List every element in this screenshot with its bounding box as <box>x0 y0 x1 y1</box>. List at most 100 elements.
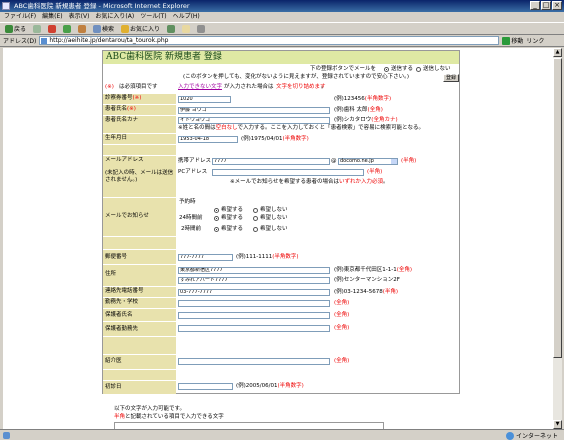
mobile-address-input[interactable]: 7777 <box>212 158 330 165</box>
vertical-scrollbar[interactable]: ▲ ▼ <box>553 48 562 429</box>
phone-input[interactable]: 03-777-7777 <box>178 289 330 296</box>
search-button[interactable]: 検索 <box>91 24 116 34</box>
notice-reservation-yes-radio[interactable] <box>214 208 219 213</box>
patient-kana-input[interactable]: イトウヨウコ <box>178 117 330 124</box>
guardian-input[interactable] <box>178 312 330 319</box>
notice-24h-yes-radio[interactable] <box>214 216 219 221</box>
menu-view[interactable]: 表示(V) <box>69 12 90 22</box>
patient-name-input[interactable]: 伊藤 ヨウコ <box>178 107 330 114</box>
pc-address-hint: (半角) <box>367 169 383 175</box>
first-visit-label: 初診日 <box>103 381 176 394</box>
pc-address-input[interactable] <box>212 169 364 176</box>
address-line2-input[interactable]: すみれアパート7777 <box>178 277 330 284</box>
maximize-button[interactable]: □ <box>541 1 551 10</box>
stop-button[interactable] <box>46 24 58 34</box>
chart-number-input[interactable]: 1020 <box>178 96 231 103</box>
patient-kana-label: 患者氏名カナ <box>103 116 176 133</box>
birthdate-hint: (例)1975/04/01(半角数字) <box>241 136 309 142</box>
allowed-chars-subtitle: 半角と記載されている項目で入力できる文字 <box>114 414 224 420</box>
referral-input[interactable] <box>178 358 330 365</box>
first-visit-hint: (例)2005/06/01(半角数字) <box>236 383 304 389</box>
mail-button[interactable] <box>180 24 192 34</box>
notice-reservation-yes-label: 希望する <box>221 207 244 213</box>
back-arrow-icon <box>5 24 13 33</box>
referral-hint: (全角) <box>334 358 350 364</box>
notice-24h-no-radio[interactable] <box>253 216 258 221</box>
close-button[interactable]: × <box>552 1 562 10</box>
home-button[interactable] <box>76 24 88 34</box>
scroll-thumb[interactable] <box>553 58 562 358</box>
forward-arrow-icon <box>33 24 42 33</box>
page-icon <box>41 38 48 44</box>
birthdate-input[interactable]: 1953-04-18 <box>178 136 238 143</box>
address-input[interactable]: http://aeihite.jp/dentarou/ta_tourok.php <box>39 36 500 45</box>
guardian-work-label: 保護者勤務先 <box>103 322 176 336</box>
allowed-chars-title: 以下の文字が入力可能です。 <box>114 406 185 412</box>
work-label: 勤務先・学校 <box>103 298 176 308</box>
history-button[interactable] <box>165 24 177 34</box>
search-icon <box>93 24 102 33</box>
scroll-up-button[interactable]: ▲ <box>553 48 562 57</box>
menu-bar: ファイル(F) 編集(E) 表示(V) お気に入り(A) ツール(T) ヘルプ(… <box>0 12 564 22</box>
invalid-chars-link[interactable]: 入力できない文字 <box>178 84 222 91</box>
notice-reservation-no-label: 希望しない <box>260 207 288 213</box>
notice-reservation-label: 予約時 <box>179 199 196 205</box>
address-label: アドレス(D) <box>3 38 37 45</box>
go-button[interactable]: 移動 <box>502 36 523 45</box>
blank-row-3 <box>103 337 176 354</box>
favorites-button[interactable]: お気に入り <box>119 24 162 34</box>
patient-kana-hint: (例)シカタロウ(全角カナ) <box>334 117 398 123</box>
forward-button[interactable] <box>31 24 43 34</box>
mobile-domain-select[interactable]: docomo.ne.jp <box>338 158 398 165</box>
menu-tools[interactable]: ツール(T) <box>140 12 166 22</box>
notice-2h-no-radio[interactable] <box>253 227 258 232</box>
home-icon <box>78 24 87 33</box>
mobile-address-hint: (半角) <box>401 158 417 164</box>
work-input[interactable] <box>178 300 330 307</box>
address-line1-input[interactable]: 東京都新宿区7777 <box>178 267 330 274</box>
work-hint: (全角) <box>334 300 350 306</box>
notice-24h-no-label: 希望しない <box>260 215 288 221</box>
mail-send-radio[interactable] <box>384 67 389 72</box>
ie-icon <box>2 2 10 10</box>
blank-row-1 <box>103 145 176 155</box>
zone-label: インターネット <box>515 433 558 440</box>
menu-edit[interactable]: 編集(E) <box>42 12 62 22</box>
notice-2h-yes-label: 希望する <box>221 226 244 232</box>
links-label[interactable]: リンク <box>526 36 544 45</box>
notice-24h-label: 24時間前 <box>179 215 203 221</box>
first-visit-input[interactable] <box>178 383 233 390</box>
menu-help[interactable]: ヘルプ(H) <box>173 12 200 22</box>
refresh-icon <box>63 24 72 33</box>
menu-file[interactable]: ファイル(F) <box>4 12 36 22</box>
phone-label: 連絡先電話番号 <box>103 287 176 297</box>
print-button[interactable] <box>195 24 207 34</box>
truncate-end: 。 <box>321 84 327 90</box>
zip-input[interactable]: 777-7777 <box>178 254 233 261</box>
guardian-label: 保護者氏名 <box>103 309 176 321</box>
notice-24h-yes-label: 希望する <box>221 215 244 221</box>
stop-icon <box>48 24 57 33</box>
required-mark: (※) <box>105 84 114 90</box>
menu-favorites[interactable]: お気に入り(A) <box>95 12 134 22</box>
chart-number-label: 診察券番号(※) <box>103 94 176 104</box>
back-button[interactable]: 戻る <box>3 24 28 34</box>
register-button[interactable]: 登録 <box>443 74 459 82</box>
blank-row-4 <box>103 370 176 380</box>
window-title: ABC歯科医院 新規患者 登録 - Microsoft Internet Exp… <box>14 2 190 10</box>
blank-row-2 <box>103 237 176 249</box>
scroll-down-button[interactable]: ▼ <box>553 420 562 429</box>
star-icon <box>121 24 130 33</box>
address-line1-hint: (例)東京都千代田区1-1-1(全角) <box>334 267 413 273</box>
page-done-icon <box>3 431 10 439</box>
refresh-button[interactable] <box>61 24 73 34</box>
allowed-chars-table <box>114 422 384 429</box>
required-label: は必須項目です <box>119 84 158 90</box>
notice-2h-yes-radio[interactable] <box>214 227 219 232</box>
notice-2h-label: 2時間前 <box>181 226 201 232</box>
notice-reservation-no-radio[interactable] <box>253 208 258 213</box>
guardian-work-input[interactable] <box>178 325 330 332</box>
window-titlebar: ABC歯科医院 新規患者 登録 - Microsoft Internet Exp… <box>0 0 564 12</box>
mail-nosend-radio[interactable] <box>416 67 421 72</box>
minimize-button[interactable]: _ <box>530 1 540 10</box>
